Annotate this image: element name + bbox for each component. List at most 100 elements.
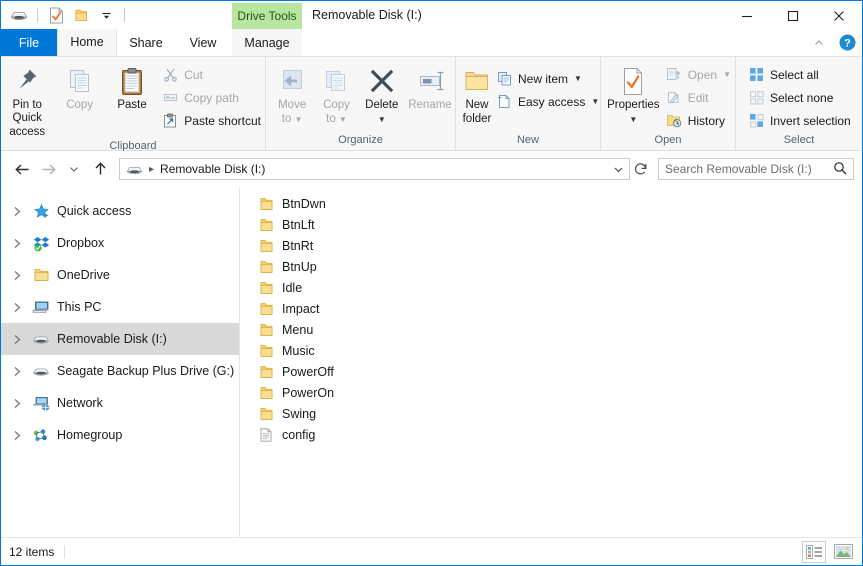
invert-selection-button[interactable]: Invert selection [744, 110, 855, 131]
list-item[interactable]: PowerOff [258, 361, 862, 382]
edit-button-label: Edit [687, 90, 709, 105]
chevron-down-icon[interactable]: ▼ [574, 74, 582, 83]
pin-to-quick-access-button[interactable]: Pin to Quick access [1, 60, 53, 139]
delete-x-icon [369, 64, 395, 98]
large-icons-view-button[interactable] [832, 542, 854, 562]
sidebar-item-removable-disk[interactable]: Removable Disk (I:) [1, 323, 239, 355]
list-item-label: Impact [282, 301, 320, 316]
delete-button[interactable]: Delete ▼ [359, 60, 405, 126]
list-item[interactable]: Idle [258, 277, 862, 298]
minimize-button[interactable] [724, 1, 770, 30]
file-list[interactable]: BtnDwn BtnLft BtnRt BtnUp Idle Impact Me… [240, 187, 862, 537]
cut-button[interactable]: Cut [158, 64, 265, 85]
list-item[interactable]: BtnLft [258, 214, 862, 235]
chevron-down-icon[interactable] [96, 5, 116, 25]
list-item[interactable]: Impact [258, 298, 862, 319]
paste-button[interactable]: Paste [106, 60, 158, 112]
new-folder-icon[interactable] [71, 5, 91, 25]
sidebar-item-seagate-backup[interactable]: Seagate Backup Plus Drive (G:) [1, 355, 239, 387]
edit-button[interactable]: Edit [662, 87, 735, 108]
drive-icon[interactable] [9, 5, 29, 25]
open-button[interactable]: Open ▼ [662, 64, 735, 85]
list-item[interactable]: BtnUp [258, 256, 862, 277]
rename-button[interactable]: Rename [405, 60, 455, 112]
list-item[interactable]: PowerOn [258, 382, 862, 403]
properties-icon[interactable] [46, 5, 66, 25]
chevron-down-icon[interactable]: ▼ [378, 113, 386, 126]
ribbon-group-open-label: Open [654, 134, 682, 146]
search-icon[interactable] [833, 161, 847, 178]
back-button[interactable] [9, 156, 35, 182]
copy-button[interactable]: Copy [53, 60, 105, 112]
maximize-button[interactable] [770, 1, 816, 30]
drive-icon [32, 330, 50, 348]
tab-file[interactable]: File [1, 29, 57, 56]
sidebar-item-label: This PC [57, 300, 102, 314]
tab-share[interactable]: Share [117, 29, 175, 56]
list-item[interactable]: config [258, 424, 862, 445]
help-icon[interactable]: ? [836, 32, 858, 54]
copy-to-button[interactable]: Copy to ▼ [314, 60, 358, 126]
breadcrumb-item-removable-disk[interactable]: Removable Disk (I:) [160, 162, 265, 176]
svg-text:?: ? [844, 38, 851, 50]
list-item[interactable]: Swing [258, 403, 862, 424]
history-button[interactable]: History [662, 110, 735, 131]
chevron-right-icon[interactable] [9, 363, 25, 379]
select-none-button[interactable]: Select none [744, 87, 855, 108]
sidebar-item-onedrive[interactable]: OneDrive [1, 259, 239, 291]
open-button-label: Open [687, 67, 718, 82]
chevron-right-icon[interactable] [9, 427, 25, 443]
up-button[interactable] [87, 156, 113, 182]
sidebar-item-this-pc[interactable]: This PC [1, 291, 239, 323]
details-view-button[interactable] [802, 540, 826, 563]
chevron-right-icon[interactable] [9, 267, 25, 283]
recent-locations-button[interactable] [61, 156, 87, 182]
easy-access-button[interactable]: Easy access ▼ [492, 91, 603, 112]
list-item[interactable]: BtnRt [258, 235, 862, 256]
chevron-down-icon[interactable] [609, 159, 627, 179]
close-button[interactable] [816, 1, 862, 30]
chevron-down-icon[interactable]: ▼ [629, 113, 637, 126]
copy-button-label: Copy [66, 99, 94, 111]
move-to-button[interactable]: Move to ▼ [270, 60, 314, 126]
forward-button[interactable] [35, 156, 61, 182]
folder-icon [258, 301, 274, 317]
tab-home[interactable]: Home [57, 29, 117, 56]
select-all-button[interactable]: Select all [744, 64, 855, 85]
list-item[interactable]: Music [258, 340, 862, 361]
sidebar-item-homegroup[interactable]: Homegroup [1, 419, 239, 451]
chevron-right-icon[interactable] [9, 299, 25, 315]
contextual-tab-drive-tools[interactable]: Drive Tools [232, 3, 302, 29]
status-bar: 12 items [1, 537, 862, 565]
tab-manage[interactable]: Manage [232, 29, 302, 56]
sidebar-item-dropbox[interactable]: Dropbox [1, 227, 239, 259]
paste-shortcut-button-label: Paste shortcut [184, 113, 261, 128]
tab-share-label: Share [129, 35, 163, 50]
new-folder-button[interactable]: New folder [462, 60, 492, 126]
address-field[interactable]: ▸ Removable Disk (I:) [119, 158, 630, 180]
chevron-right-icon[interactable] [9, 395, 25, 411]
tab-view[interactable]: View [175, 29, 231, 56]
copy-path-button[interactable]: Copy path [158, 87, 265, 108]
chevron-right-icon[interactable] [9, 203, 25, 219]
list-item[interactable]: Menu [258, 319, 862, 340]
refresh-button[interactable] [630, 158, 652, 180]
sidebar-item-quick-access[interactable]: Quick access [1, 195, 239, 227]
chevron-up-icon[interactable] [808, 32, 830, 54]
new-item-button[interactable]: New item ▼ [492, 68, 603, 89]
breadcrumb-separator[interactable]: ▸ [147, 164, 156, 175]
paste-icon [119, 64, 145, 98]
chevron-right-icon[interactable] [9, 331, 25, 347]
move-to-line1: Move [278, 99, 307, 111]
chevron-right-icon[interactable] [9, 235, 25, 251]
search-input[interactable]: Search Removable Disk (I:) [658, 158, 854, 180]
list-item[interactable]: BtnDwn [258, 193, 862, 214]
chevron-down-icon: ▼ [294, 115, 303, 124]
dropbox-icon [32, 234, 50, 252]
properties-button[interactable]: Properties ▼ [605, 60, 662, 126]
chevron-down-icon[interactable]: ▼ [591, 97, 599, 106]
ribbon: Pin to Quick access Copy Paste Cut Copy … [1, 57, 862, 152]
sidebar-item-network[interactable]: Network [1, 387, 239, 419]
paste-shortcut-button[interactable]: Paste shortcut [158, 110, 265, 131]
sidebar-item-label: Removable Disk (I:) [57, 332, 167, 346]
